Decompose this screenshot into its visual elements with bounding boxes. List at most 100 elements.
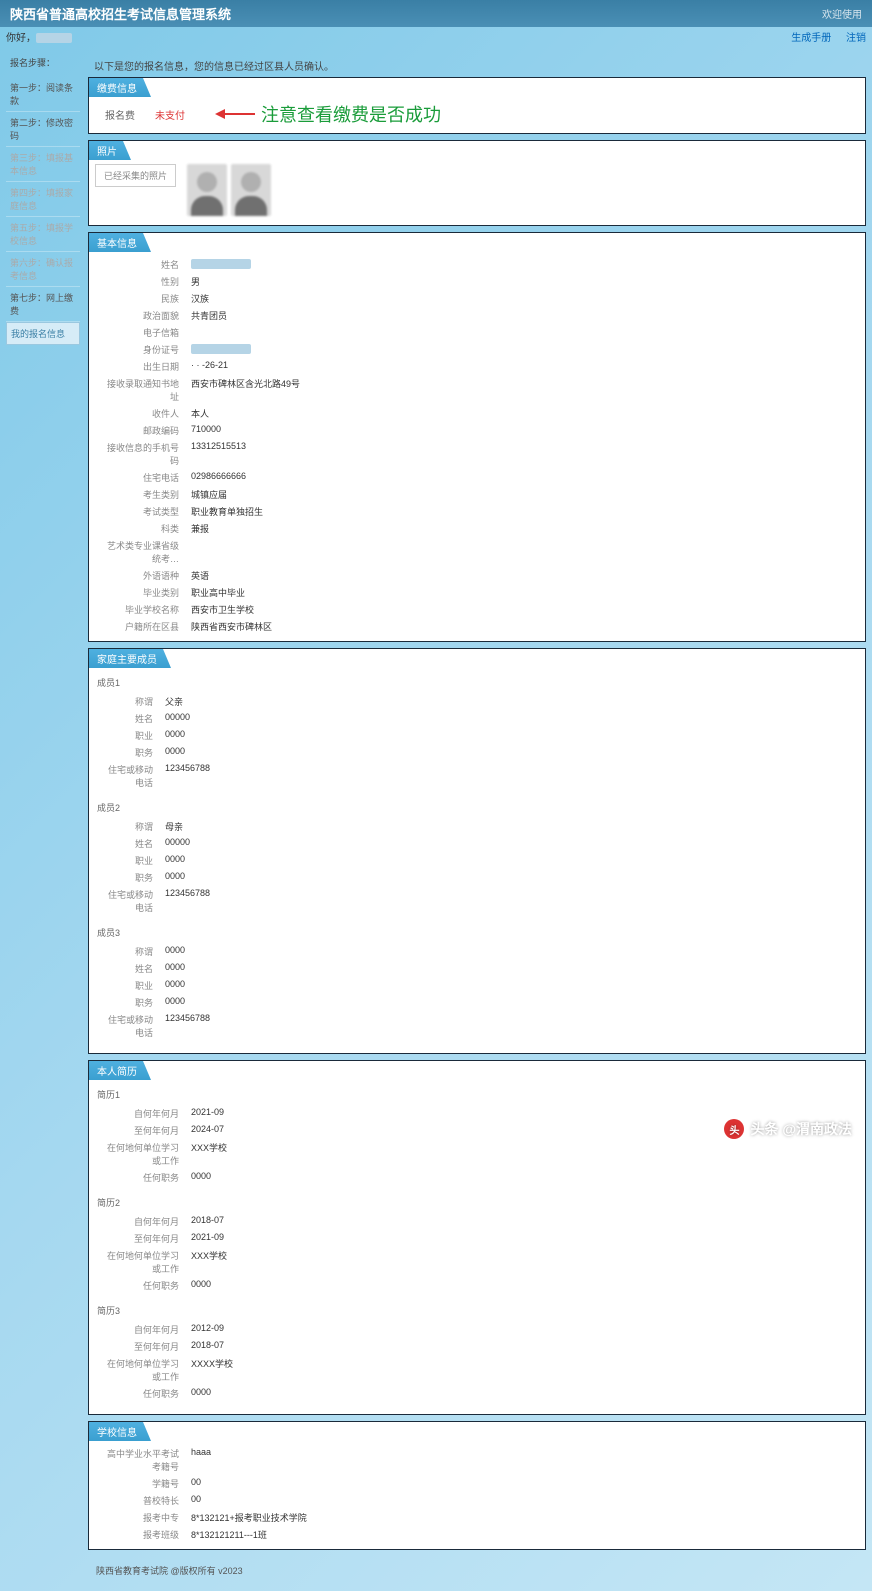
info-value: 0000 — [185, 1385, 859, 1402]
info-label: 电子信箱 — [95, 324, 185, 341]
sidebar-step-0[interactable]: 第一步：阅读条款 — [6, 77, 80, 112]
info-value: 0000 — [159, 977, 859, 994]
info-value — [185, 341, 859, 358]
info-row: 普校特长00 — [95, 1492, 859, 1509]
info-row: 毕业类别职业高中毕业 — [95, 584, 859, 601]
info-label: 普校特长 — [95, 1492, 185, 1509]
info-value: 陕西省西安市碑林区 — [185, 618, 859, 635]
panel-resume: 本人简历 简历1自何年何月2021-09至何年何月2024-07在何地何单位学习… — [88, 1060, 866, 1415]
photo-upload-label: 已经采集的照片 — [95, 164, 176, 187]
info-row: 学籍号00 — [95, 1475, 859, 1492]
info-label: 民族 — [95, 290, 185, 307]
family-member: 成员2称谓母亲姓名00000职业0000职务0000住宅或移动电话1234567… — [95, 797, 859, 916]
info-label: 身份证号 — [95, 341, 185, 358]
info-value — [185, 324, 859, 341]
info-value: 英语 — [185, 567, 859, 584]
info-label: 职业 — [95, 852, 159, 869]
photo-1 — [187, 164, 227, 216]
info-row: 考生类别城镇应届 — [95, 486, 859, 503]
info-value: 00 — [185, 1475, 859, 1492]
manual-link[interactable]: 生成手册 — [791, 33, 831, 44]
info-label: 艺术类专业课省级统考… — [95, 537, 185, 567]
info-value: 710000 — [185, 422, 859, 439]
info-row: 职业0000 — [95, 852, 859, 869]
info-label: 职务 — [95, 744, 159, 761]
info-row: 高中学业水平考试考籍号haaa — [95, 1445, 859, 1475]
info-value: 00000 — [159, 835, 859, 852]
info-label: 学籍号 — [95, 1475, 185, 1492]
panel-basic-title: 基本信息 — [89, 233, 151, 252]
panel-basic: 基本信息 姓名性别男民族汉族政治面貌共青团员电子信箱身份证号出生日期· · -2… — [88, 232, 866, 642]
sidebar-step-2[interactable]: 第三步：填报基本信息 — [6, 147, 80, 182]
info-row: 艺术类专业课省级统考… — [95, 537, 859, 567]
info-label: 自何年何月 — [95, 1105, 185, 1122]
info-row: 至何年何月2018-07 — [95, 1338, 859, 1355]
info-row: 出生日期· · -26-21 — [95, 358, 859, 375]
info-row: 职务0000 — [95, 994, 859, 1011]
info-row: 自何年何月2012-09 — [95, 1321, 859, 1338]
info-value: · · -26-21 — [185, 358, 859, 375]
info-label: 户籍所在区县 — [95, 618, 185, 635]
info-row: 电子信箱 — [95, 324, 859, 341]
sidebar-step-3[interactable]: 第四步：填报家庭信息 — [6, 182, 80, 217]
info-label: 外语语种 — [95, 567, 185, 584]
sidebar-step-7[interactable]: 我的报名信息 — [6, 322, 80, 345]
info-value: haaa — [185, 1445, 859, 1475]
panel-fee: 缴费信息 报名费 未支付 注意查看缴费是否成功 — [88, 77, 866, 134]
resume-title: 简历3 — [95, 1300, 859, 1321]
info-label: 邮政编码 — [95, 422, 185, 439]
info-row: 职业0000 — [95, 727, 859, 744]
info-row: 政治面貌共青团员 — [95, 307, 859, 324]
resume-item: 简历3自何年何月2012-09至何年何月2018-07在何地何单位学习或工作XX… — [95, 1300, 859, 1402]
info-value: 母亲 — [159, 818, 859, 835]
footer: 陕西省教育考试院 @版权所有 v2023 — [88, 1556, 866, 1585]
info-label: 考试类型 — [95, 503, 185, 520]
header-right: 欢迎使用 — [822, 6, 862, 21]
info-row: 在何地何单位学习或工作XXXX学校 — [95, 1355, 859, 1385]
info-row: 姓名00000 — [95, 835, 859, 852]
watermark: 头 头条 @渭南政法 — [724, 1119, 852, 1139]
member-title: 成员3 — [95, 922, 859, 943]
info-value: 123456788 — [159, 886, 859, 916]
info-row: 外语语种英语 — [95, 567, 859, 584]
info-label: 职业 — [95, 727, 159, 744]
sidebar-step-1[interactable]: 第二步：修改密码 — [6, 112, 80, 147]
top-actions: 生成手册 注销 — [779, 29, 866, 44]
info-value: 2021-09 — [185, 1230, 859, 1247]
info-label: 自何年何月 — [95, 1321, 185, 1338]
arrow-left-icon — [215, 107, 255, 121]
info-value: 0000 — [159, 960, 859, 977]
info-label: 报考班级 — [95, 1526, 185, 1543]
sidebar-step-4[interactable]: 第五步：填报学校信息 — [6, 217, 80, 252]
info-row: 姓名0000 — [95, 960, 859, 977]
panel-family-title: 家庭主要成员 — [89, 649, 171, 668]
info-row: 任何职务0000 — [95, 1385, 859, 1402]
panel-family: 家庭主要成员 成员1称谓父亲姓名00000职业0000职务0000住宅或移动电话… — [88, 648, 866, 1054]
info-value: 13312515513 — [185, 439, 859, 469]
sidebar-step-5[interactable]: 第六步：确认报考信息 — [6, 252, 80, 287]
info-value: 02986666666 — [185, 469, 859, 486]
sidebar-step-6[interactable]: 第七步：网上缴费 — [6, 287, 80, 322]
info-row: 民族汉族 — [95, 290, 859, 307]
info-label: 住宅或移动电话 — [95, 1011, 159, 1041]
info-value: 00000 — [159, 710, 859, 727]
info-value: XXXX学校 — [185, 1355, 859, 1385]
logout-link[interactable]: 注销 — [846, 33, 866, 44]
info-label: 出生日期 — [95, 358, 185, 375]
sidebar: 报名步骤： 第一步：阅读条款第二步：修改密码第三步：填报基本信息第四步：填报家庭… — [6, 54, 80, 1585]
info-label: 职务 — [95, 869, 159, 886]
family-member: 成员1称谓父亲姓名00000职业0000职务0000住宅或移动电话1234567… — [95, 672, 859, 791]
info-row: 职务0000 — [95, 744, 859, 761]
info-row: 住宅电话02986666666 — [95, 469, 859, 486]
info-value: 职业教育单独招生 — [185, 503, 859, 520]
info-row: 称谓0000 — [95, 943, 859, 960]
info-value: 0000 — [159, 869, 859, 886]
info-row: 职务0000 — [95, 869, 859, 886]
info-value: 0000 — [159, 727, 859, 744]
info-label: 至何年何月 — [95, 1122, 185, 1139]
info-label: 职务 — [95, 994, 159, 1011]
info-row: 称谓父亲 — [95, 693, 859, 710]
info-row: 住宅或移动电话123456788 — [95, 1011, 859, 1041]
family-member: 成员3称谓0000姓名0000职业0000职务0000住宅或移动电话123456… — [95, 922, 859, 1041]
info-row: 职业0000 — [95, 977, 859, 994]
